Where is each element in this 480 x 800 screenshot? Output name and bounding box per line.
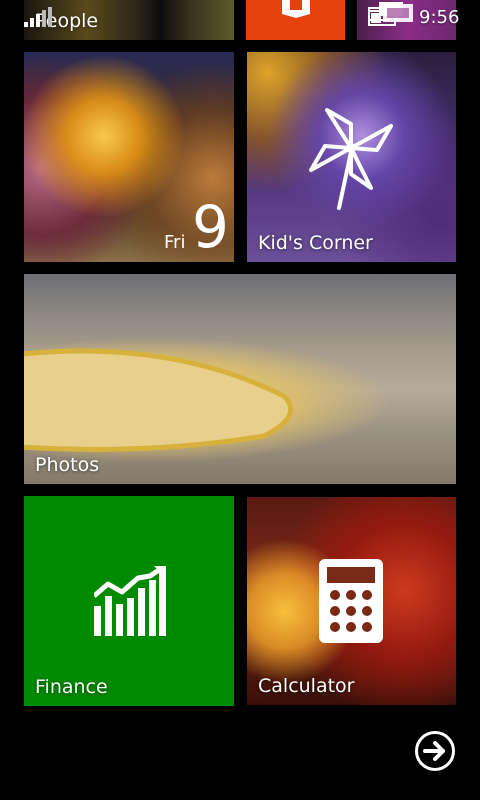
tile-label-calculator: Calculator (258, 675, 355, 697)
tile-label-finance: Finance (35, 676, 108, 698)
tile-store[interactable] (357, 0, 456, 40)
tile-label-people: People (35, 10, 99, 32)
tile-label-kids-corner: Kid's Corner (258, 232, 373, 254)
tile-finance[interactable]: Finance (24, 496, 234, 706)
tile-people[interactable]: People (24, 0, 234, 40)
office-icon (282, 0, 310, 18)
surfboard-image (24, 348, 294, 452)
tile-label-photos: Photos (35, 454, 100, 476)
tile-office[interactable] (246, 0, 345, 40)
tile-calendar[interactable]: Fri 9 (24, 52, 234, 262)
store-icon (368, 2, 403, 21)
calculator-icon (319, 559, 383, 643)
tile-photos[interactable]: Photos (24, 274, 456, 484)
calendar-date: 9 (192, 193, 229, 261)
chart-growth-icon (94, 566, 166, 636)
calendar-day: Fri (164, 232, 186, 253)
tile-kids-corner[interactable]: Kid's Corner (247, 52, 456, 262)
arrow-right-circle-icon[interactable] (414, 730, 456, 772)
pinwheel-icon (309, 108, 393, 210)
tile-calculator[interactable]: Calculator (247, 497, 456, 705)
